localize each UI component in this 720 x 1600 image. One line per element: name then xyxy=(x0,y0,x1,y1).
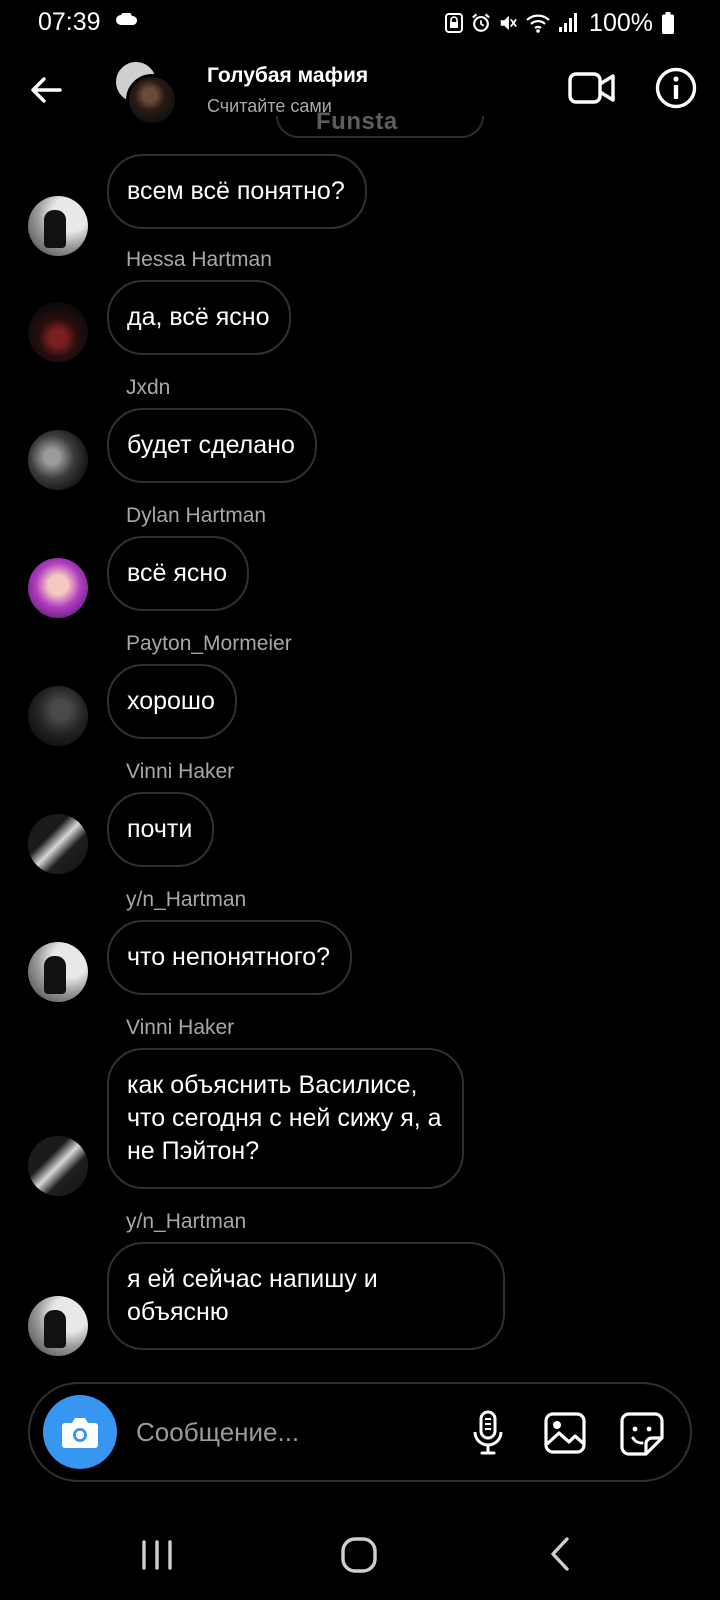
sender-name: Hessa Hartman xyxy=(126,248,272,271)
sender-name: Vinni Haker xyxy=(126,1016,235,1039)
mute-icon xyxy=(500,15,517,31)
message-bubble[interactable]: всё ясно xyxy=(107,536,250,611)
message-bubble[interactable]: как объяснить Василисе, что сегодня с не… xyxy=(107,1048,464,1189)
status-time: 07:39 xyxy=(38,8,101,36)
sender-name: y/n_Hartman xyxy=(126,888,247,911)
nav-back-icon[interactable] xyxy=(548,1536,572,1572)
system-navigation-bar xyxy=(0,1508,720,1600)
battery-percent: 100% xyxy=(589,8,653,37)
recent-apps-icon[interactable] xyxy=(140,1540,174,1570)
chat-title[interactable]: Голубая мафия xyxy=(207,64,368,88)
sticker-icon[interactable] xyxy=(620,1412,664,1456)
sender-avatar[interactable] xyxy=(28,1296,88,1356)
signal-icon xyxy=(559,13,578,32)
home-icon[interactable] xyxy=(340,1536,378,1574)
microphone-icon[interactable] xyxy=(470,1410,506,1456)
message-bubble[interactable]: я ей сейчас напишу и объясню xyxy=(107,1242,505,1350)
message-bubble[interactable]: да, всё ясно xyxy=(107,280,292,355)
info-icon[interactable] xyxy=(654,66,698,110)
message-bubble[interactable]: всем всё понятно? xyxy=(107,154,367,229)
alarm-icon xyxy=(472,13,490,32)
chat-subtitle: Считайте сами xyxy=(207,96,332,116)
message-bubble[interactable]: почти xyxy=(107,792,215,867)
sender-avatar[interactable] xyxy=(28,814,88,874)
message-bubble[interactable]: будет сделано xyxy=(107,408,317,483)
sender-name: Dylan Hartman xyxy=(126,504,267,527)
message-composer xyxy=(28,1382,692,1482)
gallery-icon[interactable] xyxy=(544,1412,586,1454)
status-icons: 100% xyxy=(444,8,674,38)
camera-button[interactable] xyxy=(43,1395,117,1469)
video-call-icon[interactable] xyxy=(568,68,616,108)
camera-icon xyxy=(62,1418,98,1448)
message-input[interactable] xyxy=(136,1412,456,1452)
sender-avatar[interactable] xyxy=(28,1136,88,1196)
sender-avatar[interactable] xyxy=(28,196,88,256)
status-bar: 07:39 100% xyxy=(0,0,720,46)
sender-name: Jxdn xyxy=(126,376,171,399)
previous-message-bubble xyxy=(276,116,484,138)
sender-name: Vinni Haker xyxy=(126,760,235,783)
message-bubble[interactable]: что непонятного? xyxy=(107,920,353,995)
group-avatar[interactable] xyxy=(114,60,180,126)
cloud-icon xyxy=(116,13,138,25)
message-bubble[interactable]: хорошо xyxy=(107,664,237,739)
wifi-icon xyxy=(526,14,550,33)
sender-avatar[interactable] xyxy=(28,558,88,618)
back-arrow-icon[interactable] xyxy=(24,68,68,112)
sender-avatar[interactable] xyxy=(28,302,88,362)
battery-icon xyxy=(662,12,674,34)
sender-avatar[interactable] xyxy=(28,686,88,746)
sender-name: Payton_Mormeier xyxy=(126,632,292,655)
sender-avatar[interactable] xyxy=(28,430,88,490)
lock-icon xyxy=(445,13,464,33)
sender-name: y/n_Hartman xyxy=(126,1210,247,1233)
sender-avatar[interactable] xyxy=(28,942,88,1002)
group-avatar-front xyxy=(126,74,178,126)
